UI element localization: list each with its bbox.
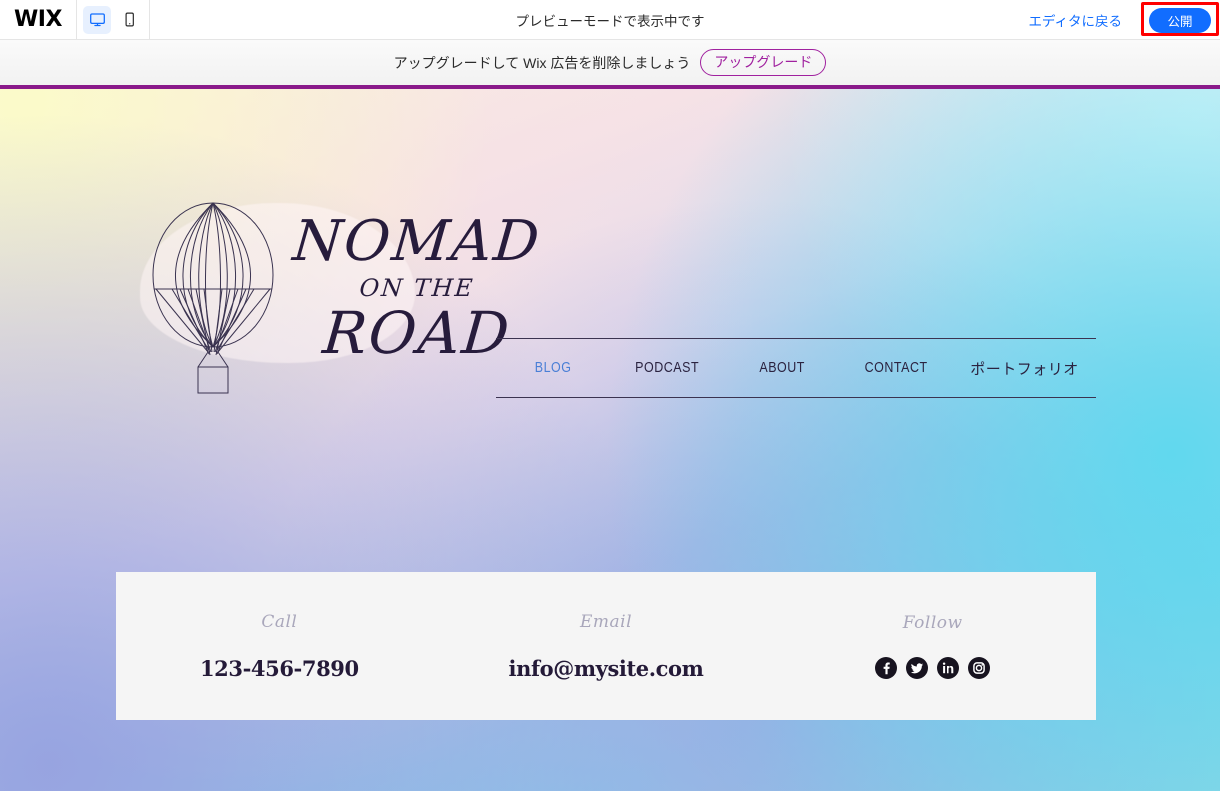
twitter-link[interactable]: [906, 657, 929, 679]
wix-top-bar: WIX プレビューモードで表示中です エディタに戻る 公開: [0, 0, 1220, 40]
facebook-icon: [883, 662, 890, 675]
device-view-switcher: [76, 0, 150, 39]
contact-title-email: Email: [579, 611, 633, 632]
topbar-actions: エディタに戻る 公開: [1028, 0, 1220, 40]
contact-phone-number[interactable]: 123-456-7890: [200, 656, 359, 681]
upgrade-banner: アップグレードして Wix 広告を削除しましょう アップグレード: [0, 40, 1220, 89]
desktop-icon: [89, 13, 105, 27]
contact-card: Call 123-456-7890 Email info@mysite.com …: [116, 572, 1096, 720]
linkedin-link[interactable]: [937, 657, 960, 679]
twitter-icon: [910, 663, 924, 674]
social-links: [875, 657, 991, 679]
wix-logo[interactable]: WIX: [0, 0, 76, 39]
site-logo[interactable]: NOMAD ON THE ROAD: [132, 197, 552, 412]
facebook-link[interactable]: [875, 657, 898, 679]
publish-button-wrapper: 公開: [1140, 0, 1220, 40]
upgrade-banner-message: アップグレードして Wix 広告を削除しましょう: [393, 54, 691, 71]
nav-item-podcast[interactable]: PODCAST: [618, 360, 716, 376]
logo-line-onthe: ON THE: [358, 274, 476, 303]
nav-item-blog[interactable]: BLOG: [504, 360, 602, 376]
contact-title-follow: Follow: [902, 613, 963, 633]
contact-title-call: Call: [261, 611, 298, 632]
contact-column-follow: Follow: [769, 572, 1096, 720]
publish-button[interactable]: 公開: [1149, 7, 1211, 33]
contact-column-call: Call 123-456-7890: [116, 572, 443, 720]
linkedin-icon: [943, 662, 954, 674]
instagram-icon: [973, 662, 985, 674]
hot-air-balloon-icon: [152, 202, 274, 394]
back-to-editor-link[interactable]: エディタに戻る: [1028, 10, 1122, 30]
contact-column-email: Email info@mysite.com: [443, 572, 770, 720]
instagram-link[interactable]: [968, 657, 991, 679]
upgrade-button[interactable]: アップグレード: [700, 48, 827, 77]
desktop-view-button[interactable]: [83, 5, 111, 34]
nav-item-portfolio[interactable]: ポートフォリオ: [953, 358, 1096, 379]
site-navigation: BLOG PODCAST ABOUT CONTACT ポートフォリオ: [496, 338, 1096, 398]
nav-item-about[interactable]: ABOUT: [733, 360, 831, 376]
nav-item-contact[interactable]: CONTACT: [847, 360, 945, 376]
contact-email-address[interactable]: info@mysite.com: [509, 656, 704, 681]
mobile-icon: [125, 12, 134, 27]
blog-toolbar: All Posts: [0, 789, 1220, 791]
mobile-view-button[interactable]: [115, 6, 143, 34]
logo-line-nomad: NOMAD: [290, 209, 544, 274]
site-header: NOMAD ON THE ROAD BLOG PODCAST ABOUT CON…: [0, 89, 1220, 419]
site-canvas: NOMAD ON THE ROAD BLOG PODCAST ABOUT CON…: [0, 89, 1220, 791]
